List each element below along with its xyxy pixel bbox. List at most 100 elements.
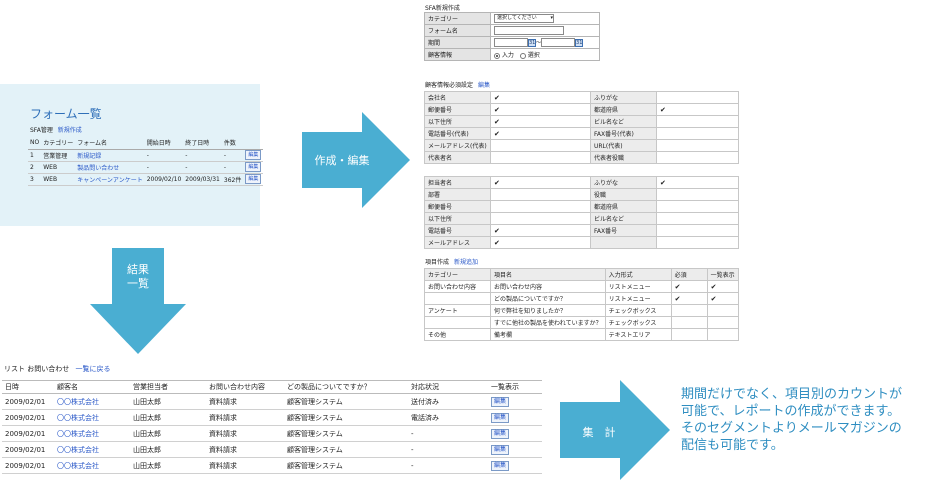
required-checkbox[interactable] — [490, 212, 591, 225]
required-checkbox[interactable] — [656, 200, 739, 213]
back-to-list-link[interactable]: 一覧に戻る — [75, 365, 110, 373]
edit-button[interactable]: 編集 — [491, 412, 510, 423]
form-list-table: NO カテゴリー フォーム名 開始日時 終了日時 件数 1 営業管理 新規記録 … — [28, 137, 264, 186]
result-header-row: 日時 顧客名 営業担当者 お問い合わせ内容 どの製品についてですか？ 対応状況 … — [2, 380, 542, 394]
form-name-link[interactable]: キャンペーンアンケート — [75, 173, 144, 185]
required-checkbox[interactable]: ✔ — [490, 176, 591, 189]
table-row: 2009/02/01 〇〇株式会社 山田太郎 資料請求 顧客管理システム 電話済み 編集 — [2, 409, 542, 426]
calendar-icon[interactable]: 31 — [528, 38, 536, 47]
col-product: どの製品についてですか？ — [284, 380, 408, 394]
item-input-type: リストメニュー — [604, 292, 672, 305]
required-checkbox[interactable] — [656, 91, 739, 104]
cell-date: 2009/02/01 — [2, 457, 54, 474]
item-required-checkbox[interactable] — [670, 328, 708, 341]
create-edit-label: 作成・編集 — [314, 154, 370, 167]
form-name-input[interactable] — [494, 26, 564, 35]
required-checkbox[interactable]: ✔ — [490, 236, 591, 249]
cell-start: - — [146, 163, 149, 171]
radio-input-label: 入力 — [501, 52, 514, 59]
customer-required-edit-link[interactable]: 編集 — [478, 82, 490, 89]
edit-button[interactable]: 編集 — [491, 444, 510, 455]
required-checkbox[interactable] — [656, 151, 739, 164]
required-checkbox[interactable] — [490, 188, 591, 201]
setting-row: 電話番号(代表) ✔ FAX番号(代表) — [424, 127, 739, 140]
item-create-header: 項目作成 新規追加 — [425, 260, 478, 266]
required-checkbox[interactable] — [656, 236, 739, 249]
cell-product: 顧客管理システム — [284, 393, 408, 410]
edit-button[interactable]: 編集 — [491, 428, 510, 439]
cell-count: - — [223, 151, 227, 159]
required-checkbox[interactable] — [656, 188, 739, 201]
customer-link[interactable]: 〇〇株式会社 — [54, 425, 130, 442]
item-list-display-checkbox[interactable]: ✔ — [706, 280, 740, 293]
radio-select[interactable] — [519, 52, 526, 59]
col-item-name: 項目名 — [490, 268, 606, 281]
required-checkbox[interactable] — [656, 139, 739, 152]
required-checkbox[interactable]: ✔ — [490, 127, 591, 140]
field-label: 役職 — [590, 188, 657, 201]
field-label: FAX番号(代表) — [590, 127, 657, 140]
required-checkbox[interactable]: ✔ — [656, 176, 739, 189]
item-list-display-checkbox[interactable] — [706, 328, 740, 341]
result-list-title: リスト お問い合わせ — [4, 365, 70, 373]
field-label: 電話番号(代表) — [424, 127, 491, 140]
item-required-checkbox[interactable]: ✔ — [670, 292, 708, 305]
form-row-form-name: フォーム名 — [424, 24, 600, 37]
required-checkbox[interactable] — [490, 200, 591, 213]
field-label: 代表者役職 — [590, 151, 657, 164]
field-label: 郵便番号 — [424, 103, 491, 116]
customer-required-title: 顧客情報必須設定 — [425, 82, 474, 89]
period-start-input[interactable] — [494, 38, 528, 47]
item-required-checkbox[interactable] — [670, 316, 708, 329]
edit-button[interactable]: 編集 — [245, 150, 262, 160]
item-row: アンケート 何で弊社を知りましたか？ チェックボックス — [424, 304, 740, 317]
cell-status: - — [408, 457, 488, 474]
cell-count: - — [223, 163, 227, 171]
form-name-link[interactable]: 製品問い合わせ — [75, 161, 144, 173]
category-select[interactable]: 選択してください ▾ — [494, 14, 554, 23]
required-checkbox[interactable]: ✔ — [490, 91, 591, 104]
item-list-display-checkbox[interactable]: ✔ — [706, 292, 740, 305]
item-list-display-checkbox[interactable] — [706, 316, 740, 329]
customer-link[interactable]: 〇〇株式会社 — [54, 409, 130, 426]
required-checkbox[interactable]: ✔ — [656, 103, 739, 116]
required-checkbox[interactable]: ✔ — [490, 103, 591, 116]
edit-button[interactable]: 編集 — [491, 396, 510, 407]
results-label-line1: 結果 — [127, 263, 149, 276]
form-name-link[interactable]: 新規記録 — [75, 149, 144, 161]
cell-status: 電話済み — [408, 409, 488, 426]
item-category — [424, 292, 491, 305]
customer-link[interactable]: 〇〇株式会社 — [54, 441, 130, 458]
item-add-link[interactable]: 新規追加 — [454, 259, 478, 266]
edit-button[interactable]: 編集 — [491, 460, 510, 471]
cell-product: 顧客管理システム — [284, 457, 408, 474]
period-end-input[interactable] — [541, 38, 576, 47]
required-checkbox[interactable] — [656, 115, 739, 128]
item-list-display-checkbox[interactable] — [706, 304, 740, 317]
radio-input[interactable] — [494, 52, 500, 59]
required-checkbox[interactable] — [656, 212, 739, 225]
required-checkbox[interactable] — [656, 224, 739, 237]
required-checkbox[interactable] — [490, 139, 591, 152]
form-row-category: カテゴリー 選択してください ▾ — [424, 12, 600, 25]
col-count: 件数 — [223, 140, 236, 148]
field-label: 以下住所 — [424, 115, 491, 128]
cell-product: 顧客管理システム — [284, 425, 408, 442]
calendar-icon[interactable]: 31 — [575, 38, 584, 47]
item-required-checkbox[interactable] — [670, 304, 708, 317]
customer-link[interactable]: 〇〇株式会社 — [54, 393, 130, 410]
edit-button[interactable]: 編集 — [245, 174, 262, 184]
required-checkbox[interactable] — [656, 127, 739, 140]
result-list-table: 日時 顧客名 営業担当者 お問い合わせ内容 どの製品についてですか？ 対応状況 … — [2, 380, 542, 474]
field-label: 電話番号 — [424, 224, 491, 237]
item-row: その他 備考欄 テキストエリア — [424, 328, 740, 341]
edit-button[interactable]: 編集 — [245, 162, 262, 172]
customer-link[interactable]: 〇〇株式会社 — [54, 457, 130, 474]
required-checkbox[interactable]: ✔ — [490, 115, 591, 128]
item-required-checkbox[interactable]: ✔ — [670, 280, 708, 293]
required-checkbox[interactable] — [490, 151, 591, 164]
item-input-type: チェックボックス — [604, 316, 672, 329]
required-checkbox[interactable]: ✔ — [490, 224, 591, 237]
new-form-link[interactable]: 新規作成 — [58, 127, 82, 134]
cell-status: - — [408, 441, 488, 458]
